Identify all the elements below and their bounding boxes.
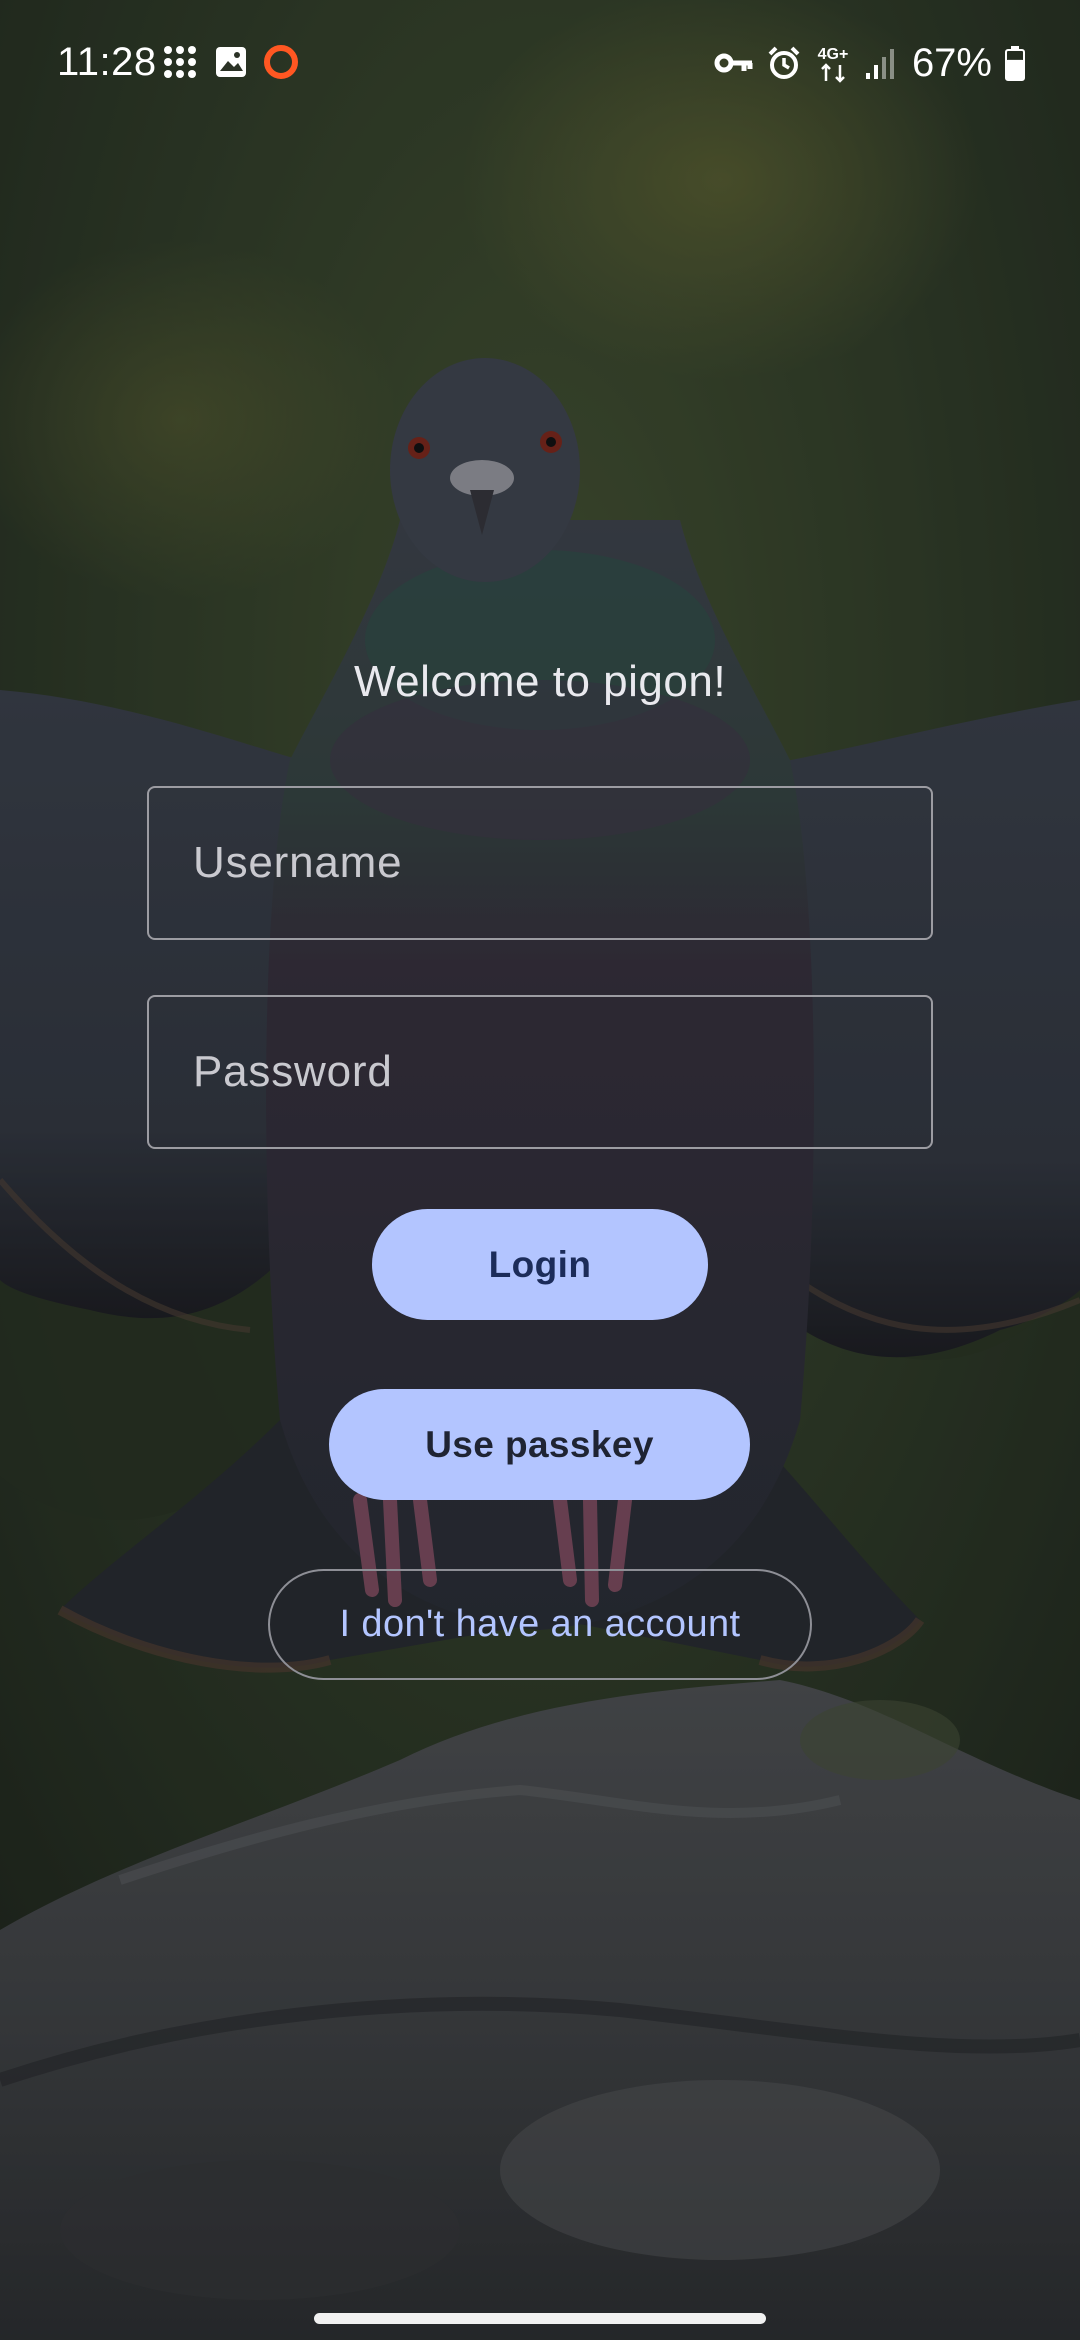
network-4g-plus-icon: 4G+: [814, 43, 852, 83]
vpn-key-icon: [714, 48, 754, 78]
ring-notification-icon: [262, 43, 300, 81]
login-screen: 11:28 4G+ 67% Welcome to pigon! Username…: [0, 0, 1080, 2340]
username-field[interactable]: [147, 786, 933, 940]
welcome-title: Welcome to pigon!: [353, 657, 727, 706]
password-field[interactable]: [147, 995, 933, 1149]
alarm-icon: [766, 45, 802, 81]
battery-percent: 67%: [911, 41, 992, 85]
status-system-icons: 4G+ 67%: [714, 40, 1026, 86]
use-passkey-button[interactable]: Use passkey: [329, 1389, 750, 1500]
svg-text:4G+: 4G+: [818, 46, 849, 63]
status-bar: 11:28 4G+ 67%: [0, 0, 1080, 120]
no-account-button[interactable]: I don't have an account: [268, 1569, 812, 1680]
battery-icon: [1004, 45, 1026, 81]
password-input[interactable]: [149, 997, 931, 1147]
login-button[interactable]: Login: [372, 1209, 708, 1320]
grid-dots-icon: [160, 42, 200, 82]
gallery-icon: [214, 45, 248, 79]
gesture-nav-handle[interactable]: [314, 2313, 766, 2324]
background-dim-overlay: [0, 0, 1080, 2340]
status-time: 11:28: [57, 40, 157, 84]
status-notification-icons: [160, 42, 300, 82]
username-input[interactable]: [149, 788, 931, 938]
signal-icon: [864, 45, 894, 81]
